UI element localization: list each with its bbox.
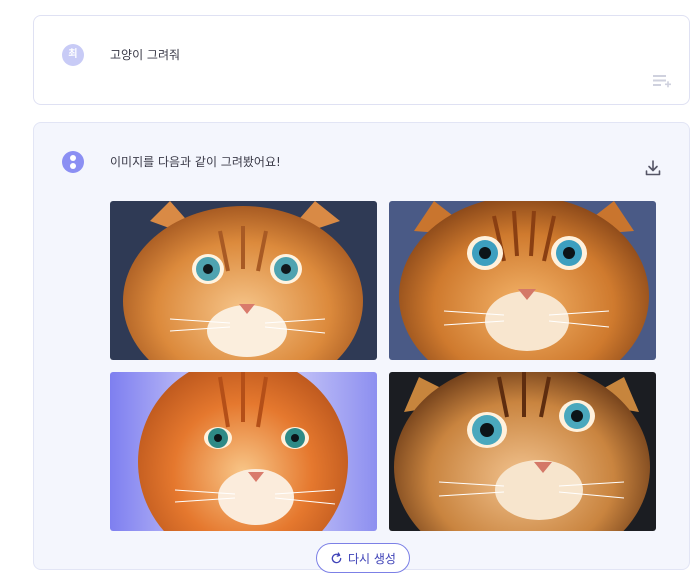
- regenerate-label: 다시 생성: [348, 551, 396, 566]
- user-prompt-text: 고양이 그려줘: [110, 48, 181, 62]
- assistant-reply-text: 이미지를 다음과 같이 그려봤어요!: [110, 155, 281, 169]
- user-avatar: 최: [62, 44, 84, 66]
- playlist-add-icon[interactable]: [652, 72, 672, 90]
- assistant-message-card: 이미지를 다음과 같이 그려봤어요! 다시 생성: [33, 122, 690, 573]
- assistant-avatar: [62, 151, 84, 173]
- user-message-card: 최 고양이 그려줘: [33, 15, 690, 105]
- generated-image-grid: [110, 201, 657, 531]
- download-icon[interactable]: [643, 158, 663, 178]
- orange-tabby-cat-image: [389, 372, 656, 531]
- generated-cat-image-4[interactable]: [389, 372, 656, 531]
- regenerate-button[interactable]: 다시 생성: [316, 543, 410, 573]
- chat-page: 최 고양이 그려줘 이미지를 다음과 같이 그려봤어요! 다시 생성: [0, 0, 700, 580]
- generated-cat-image-1[interactable]: [110, 201, 377, 360]
- fluffy-orange-cat-image: [110, 372, 377, 531]
- generated-cat-image-3[interactable]: [110, 372, 377, 531]
- generated-cat-image-2[interactable]: [389, 201, 656, 360]
- orange-tabby-cat-image: [110, 201, 377, 360]
- refresh-icon: [331, 551, 342, 563]
- orange-tabby-cat-image: [389, 201, 656, 360]
